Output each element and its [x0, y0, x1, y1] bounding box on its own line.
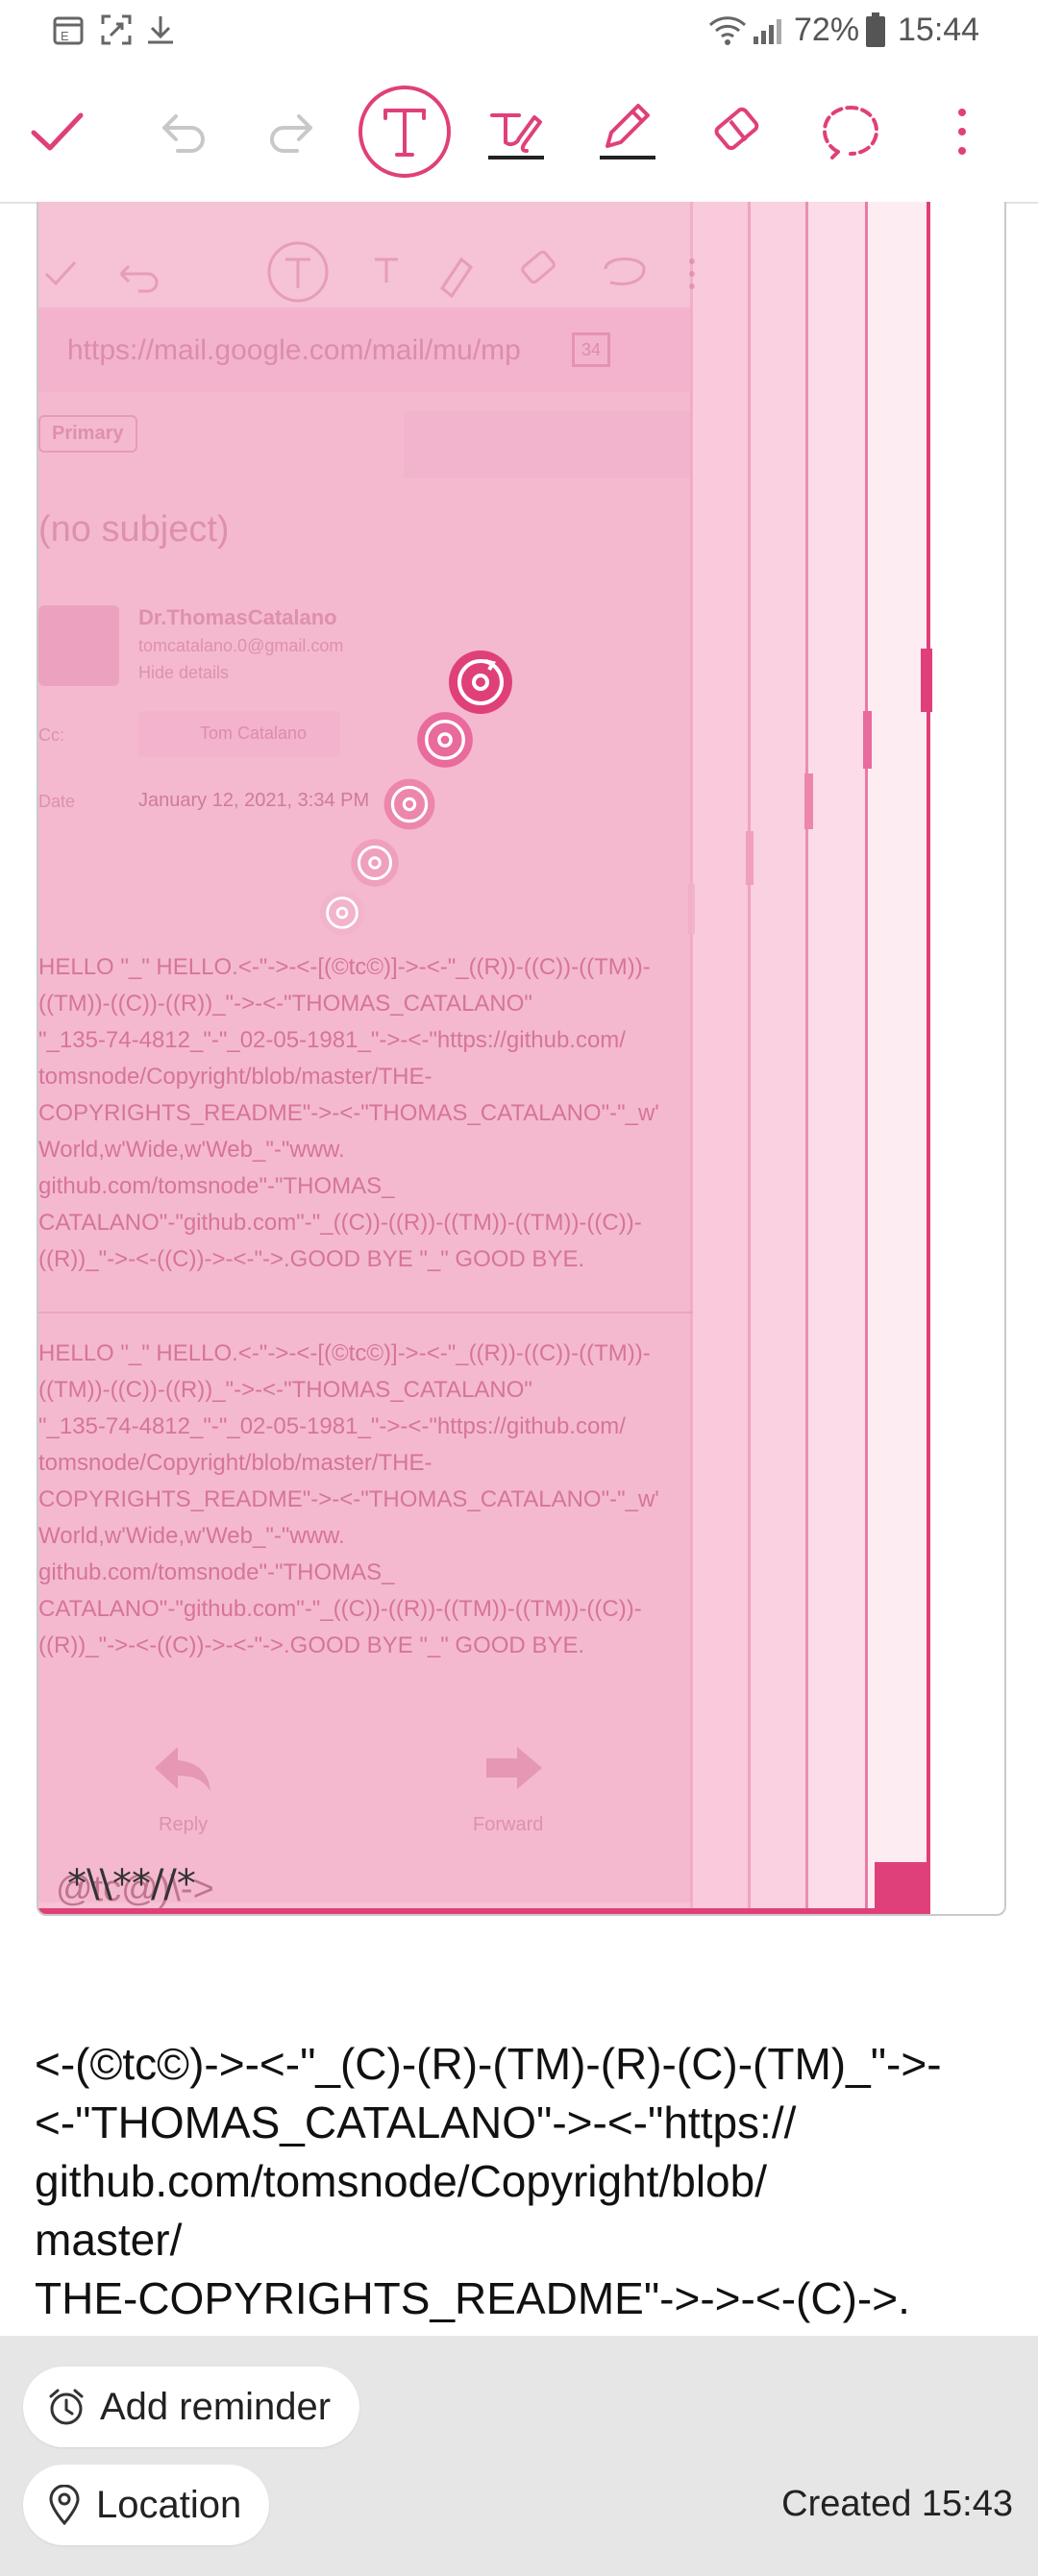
- calendar-icon: E: [53, 16, 84, 45]
- ghost-url: https://mail.google.com/mail/mu/mp: [67, 334, 521, 366]
- note-text[interactable]: <-(©tc©)->-<-"_(C)-(R)-(TM)-(R)-(C)-(TM)…: [35, 2035, 1005, 2328]
- done-button[interactable]: [4, 79, 110, 184]
- rotate-marker-icon: [417, 712, 473, 768]
- ghost-cc-label: Cc:: [38, 725, 64, 745]
- lasso-select-icon: [822, 105, 879, 159]
- ghost-primary-label: Primary: [38, 415, 137, 453]
- add-reminder-button[interactable]: Add reminder: [23, 2367, 359, 2447]
- download-icon: [148, 16, 173, 44]
- ghost-sender: Dr.ThomasCatalano: [138, 605, 337, 629]
- ghost-body-line: CATALANO"-"github.com"-"_((C))-((R))-((T…: [38, 1210, 642, 1236]
- rotate-marker-icon: [351, 839, 399, 887]
- location-pin-icon: [49, 2485, 80, 2525]
- alarm-clock-icon: [49, 2389, 84, 2425]
- ghost-body-line: github.com/tomsnode"-"THOMAS_: [38, 1173, 395, 1199]
- pencil-button[interactable]: [575, 79, 680, 184]
- ghost-avatar: [38, 605, 119, 686]
- ghost-action-bar: [404, 411, 692, 478]
- ghost-body-line: ((TM))-((C))-((R))_"->-<-"THOMAS_CATALAN…: [38, 1377, 532, 1403]
- screenshot-icon: [101, 14, 132, 45]
- check-icon: [31, 112, 84, 151]
- text-mode-icon: [358, 86, 451, 178]
- ghost-body-line: COPYRIGHTS_README"->-<-"THOMAS_CATALANO"…: [38, 1486, 659, 1512]
- svg-text:E: E: [61, 29, 69, 43]
- location-label: Location: [96, 2483, 242, 2526]
- handwriting-pen-icon: [488, 113, 544, 159]
- ghost-body-line: World,w'Wide,w'Web_"-"www.: [38, 1523, 345, 1549]
- ghost-body-line: tomsnode/Copyright/blob/master/THE-: [38, 1064, 432, 1090]
- scroll-marker: [921, 649, 932, 712]
- ghost-tab-count: 34: [572, 332, 610, 367]
- eraser-button[interactable]: [686, 79, 792, 184]
- ghost-body-line: HELLO "_" HELLO.<-"->-<-[(©tc©)]->-<-"_(…: [38, 1340, 651, 1366]
- scroll-marker: [746, 831, 754, 885]
- add-reminder-label: Add reminder: [100, 2385, 332, 2428]
- more-options-icon: [958, 109, 966, 155]
- reply-icon: [155, 1747, 210, 1791]
- scroll-marker: [863, 711, 872, 769]
- ghost-date: January 12, 2021, 3:34 PM: [138, 790, 370, 811]
- ghost-body-line: CATALANO"-"github.com"-"_((C))-((R))-((T…: [38, 1596, 642, 1622]
- ghost-body-line: tomsnode/Copyright/blob/master/THE-: [38, 1450, 432, 1476]
- undo-icon: [162, 114, 205, 153]
- battery-percent: 72%: [794, 12, 860, 48]
- ghost-hide-details: Hide details: [138, 663, 230, 682]
- ghost-body-line: "_135-74-4812_"-"_02-05-1981_"->-<-"http…: [38, 1413, 626, 1439]
- ghost-body-line: World,w'Wide,w'Web_"-"www.: [38, 1137, 345, 1163]
- clock: 15:44: [898, 12, 980, 48]
- text-mode-button[interactable]: [352, 79, 457, 184]
- ghost-sender-email: tomcatalano.0@gmail.com: [138, 636, 344, 655]
- ghost-body-line: ((TM))-((C))-((R))_"->-<-"THOMAS_CATALAN…: [38, 991, 532, 1017]
- divider: [38, 1312, 692, 1313]
- edge-line: [927, 202, 930, 1914]
- more-options-button[interactable]: [909, 79, 1015, 184]
- status-bar: E 72% 15:44: [0, 0, 1038, 61]
- note-text-line: THE-COPYRIGHTS_README"->->-<-(C)->.: [35, 2273, 910, 2323]
- ghost-body-line: "_135-74-4812_"-"_02-05-1981_"->-<-"http…: [38, 1027, 626, 1053]
- note-text-line: master/: [35, 2215, 183, 2265]
- corner-handle: [875, 1862, 928, 1914]
- ghost-body-line: COPYRIGHTS_README"->-<-"THOMAS_CATALANO"…: [38, 1100, 659, 1126]
- pencil-icon: [600, 104, 655, 159]
- ghost-body-line: ((R))_"->-<-((C))->-<-"->.GOOD BYE "_" G…: [38, 1246, 585, 1272]
- location-button[interactable]: Location: [23, 2465, 269, 2545]
- ghost-date-label: Date: [38, 792, 76, 811]
- ghost-subject: (no subject): [38, 509, 230, 550]
- ghost-forward-label: Forward: [473, 1814, 544, 1835]
- eraser-icon: [714, 107, 759, 151]
- ghost-body-line: HELLO "_" HELLO.<-"->-<-[(©tc©)]->-<-"_(…: [38, 954, 651, 980]
- ghost-body-line: ((R))_"->-<-((C))->-<-"->.GOOD BYE "_" G…: [38, 1632, 585, 1658]
- redo-icon: [270, 114, 312, 153]
- ghost-body-line: github.com/tomsnode"-"THOMAS_: [38, 1559, 395, 1585]
- forward-icon: [486, 1747, 542, 1789]
- undo-button[interactable]: [129, 79, 235, 184]
- signal-icon: [754, 19, 781, 44]
- wifi-icon: [708, 16, 747, 45]
- scroll-marker: [804, 773, 813, 829]
- lasso-button[interactable]: [798, 79, 903, 184]
- drawing-canvas[interactable]: https://mail.google.com/mail/mu/mp 34 Pr…: [37, 202, 1006, 1916]
- note-text-line: <-"THOMAS_CATALANO"->-<-"https://: [35, 2098, 797, 2147]
- created-time: Created 15:43: [781, 2484, 1013, 2524]
- battery-icon: [866, 12, 885, 47]
- ghost-cc-name: Tom Catalano: [200, 724, 308, 743]
- handwriting-button[interactable]: [463, 79, 569, 184]
- note-text-line: <-(©tc©)->-<-"_(C)-(R)-(TM)-(R)-(C)-(TM)…: [35, 2039, 942, 2089]
- handwritten-stroke: *\\**//*: [67, 1862, 196, 1906]
- pen-toolbar: [0, 61, 1038, 204]
- ghost-toolbar: [44, 241, 695, 303]
- note-text-line: github.com/tomsnode/Copyright/blob/: [35, 2156, 767, 2206]
- bottom-bar: Add reminder Location Created 15:43: [0, 2336, 1038, 2576]
- ghost-reply-label: Reply: [159, 1814, 209, 1835]
- rotate-marker-icon: [319, 890, 365, 936]
- rotate-marker-icon: [383, 778, 435, 830]
- redo-button[interactable]: [240, 79, 346, 184]
